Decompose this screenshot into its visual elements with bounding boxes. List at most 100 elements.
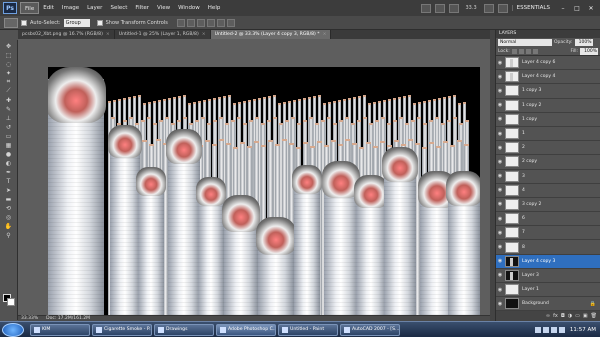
type-tool-icon[interactable]: T xyxy=(3,177,15,185)
zoom-tool-icon[interactable]: ⚲ xyxy=(3,231,15,239)
visibility-eye-icon[interactable]: ◉ xyxy=(497,287,503,293)
magic-wand-icon[interactable]: ✦ xyxy=(3,69,15,77)
move-tool-preset-icon[interactable] xyxy=(4,17,18,28)
visibility-eye-icon[interactable]: ◉ xyxy=(497,159,503,165)
close-icon[interactable]: × xyxy=(106,30,110,39)
menu-layer[interactable]: Layer xyxy=(83,2,106,14)
hand-tool-icon[interactable] xyxy=(434,3,445,13)
delete-layer-icon[interactable]: 🗑 xyxy=(591,313,597,319)
layer-row[interactable]: ◉ 7 xyxy=(496,226,600,241)
background-color-swatch[interactable] xyxy=(7,298,15,306)
tray-security-icon[interactable] xyxy=(550,326,557,333)
add-mask-icon[interactable]: ◘ xyxy=(561,313,565,319)
hand-tool-icon[interactable]: ✋ xyxy=(3,222,15,230)
layer-row[interactable]: ◉ 1 copy 3 xyxy=(496,84,600,99)
move-tool-icon[interactable]: ✥ xyxy=(3,42,15,50)
show-transform-checkbox[interactable] xyxy=(96,19,103,26)
blur-tool-icon[interactable]: ● xyxy=(3,150,15,158)
visibility-eye-icon[interactable]: ◉ xyxy=(497,116,503,122)
visibility-eye-icon[interactable]: ◉ xyxy=(497,102,503,108)
menu-select[interactable]: Select xyxy=(106,2,131,14)
start-button[interactable] xyxy=(2,322,24,337)
close-icon[interactable]: ✕ xyxy=(586,4,596,13)
visibility-eye-icon[interactable]: ◉ xyxy=(497,60,503,66)
taskbar-item[interactable]: Cigarette Smoke - P... xyxy=(92,323,152,336)
dodge-tool-icon[interactable]: ◐ xyxy=(3,159,15,167)
layer-row[interactable]: ◉ Layer 1 xyxy=(496,283,600,298)
visibility-eye-icon[interactable]: ◉ xyxy=(497,131,503,137)
lock-transparency-icon[interactable] xyxy=(511,48,517,54)
layer-row[interactable]: ◉ Background 🔒 xyxy=(496,297,600,312)
brush-tool-icon[interactable]: ✎ xyxy=(3,105,15,113)
shape-tool-icon[interactable]: ▬ xyxy=(3,195,15,203)
layer-row[interactable]: ◉ 1 copy xyxy=(496,113,600,127)
tab-document-1[interactable]: pcsbs02_Xbt.png @ 16.7% (RGB/8) × xyxy=(18,30,115,39)
visibility-eye-icon[interactable]: ◉ xyxy=(497,145,503,151)
align-right-icon[interactable] xyxy=(226,18,235,27)
layer-row[interactable]: ◉ Layer 4 copy 4 xyxy=(496,70,600,85)
maximize-icon[interactable]: □ xyxy=(572,4,582,13)
workspace-switcher[interactable]: ESSENTIALS xyxy=(511,5,554,11)
close-icon[interactable]: × xyxy=(202,30,206,39)
screen-mode-icon[interactable] xyxy=(497,3,508,13)
align-bottom-icon[interactable] xyxy=(196,18,205,27)
arrange-documents-icon[interactable] xyxy=(483,3,494,13)
lasso-tool-icon[interactable]: ◌ xyxy=(3,60,15,68)
taskbar-item[interactable]: Untitled - Paint xyxy=(278,323,338,336)
visibility-eye-icon[interactable]: ◉ xyxy=(497,74,503,80)
new-layer-icon[interactable]: ▣ xyxy=(583,313,588,319)
gradient-tool-icon[interactable]: ▦ xyxy=(3,141,15,149)
fill-field[interactable]: 100% xyxy=(580,47,598,55)
align-top-icon[interactable] xyxy=(176,18,185,27)
auto-select-dropdown[interactable]: Group xyxy=(63,18,90,27)
menu-window[interactable]: Window xyxy=(174,2,204,14)
launch-bridge-icon[interactable] xyxy=(420,3,431,13)
visibility-eye-icon[interactable]: ◉ xyxy=(497,258,503,264)
menu-image[interactable]: Image xyxy=(58,2,83,14)
3d-camera-icon[interactable]: ◎ xyxy=(3,213,15,221)
crop-tool-icon[interactable]: ⌗ xyxy=(3,78,15,86)
align-left-icon[interactable] xyxy=(206,18,215,27)
visibility-eye-icon[interactable]: ◉ xyxy=(497,230,503,236)
document-canvas-area[interactable] xyxy=(18,39,490,315)
opacity-field[interactable]: 100% xyxy=(574,39,593,46)
zoom-level[interactable]: 33.3 xyxy=(463,5,480,11)
menu-edit[interactable]: Edit xyxy=(39,2,58,14)
lock-image-icon[interactable] xyxy=(518,48,524,54)
align-center-icon[interactable] xyxy=(216,18,225,27)
zoom-tool-icon[interactable] xyxy=(448,3,459,13)
visibility-eye-icon[interactable]: ◉ xyxy=(497,201,503,207)
clone-stamp-icon[interactable]: ⊥ xyxy=(3,114,15,122)
pen-tool-icon[interactable]: ✒ xyxy=(3,168,15,176)
canvas-image-cigarettes[interactable] xyxy=(48,67,480,315)
visibility-eye-icon[interactable]: ◉ xyxy=(497,173,503,179)
layer-row[interactable]: ◉ 3 copy 2 xyxy=(496,198,600,213)
path-selection-icon[interactable]: ➤ xyxy=(3,186,15,194)
clock[interactable]: 11:57 AM xyxy=(567,327,596,333)
3d-rotate-icon[interactable]: ⟲ xyxy=(3,204,15,212)
visibility-eye-icon[interactable]: ◉ xyxy=(497,187,503,193)
layer-row[interactable]: ◉ 4 xyxy=(496,184,600,198)
tray-network-icon[interactable] xyxy=(534,326,541,333)
close-icon[interactable]: × xyxy=(323,30,327,39)
menu-help[interactable]: Help xyxy=(204,2,225,14)
taskbar-item[interactable]: Adobe Photoshop C... xyxy=(216,323,276,336)
lock-position-icon[interactable] xyxy=(525,48,531,54)
blend-mode-dropdown[interactable]: Normal xyxy=(498,39,552,46)
layer-row[interactable]: ◉ 2 xyxy=(496,141,600,156)
visibility-eye-icon[interactable]: ◉ xyxy=(497,216,503,222)
layer-row[interactable]: ◉ 8 xyxy=(496,240,600,255)
eyedropper-icon[interactable]: ⟋ xyxy=(3,87,15,95)
link-layers-icon[interactable]: ∞ xyxy=(546,313,550,319)
align-middle-icon[interactable] xyxy=(186,18,195,27)
tab-document-3[interactable]: Untitled-2 @ 33.3% (Layer 4 copy 3, RGB/… xyxy=(210,30,332,39)
auto-select-checkbox[interactable] xyxy=(21,19,27,26)
layer-row[interactable]: ◉ Layer 3 xyxy=(496,269,600,283)
layer-row[interactable]: ◉ 1 xyxy=(496,127,600,142)
marquee-tool-icon[interactable]: ⬚ xyxy=(3,51,15,59)
lock-all-icon[interactable] xyxy=(532,48,538,54)
layers-panel-tab[interactable]: LAYERS xyxy=(496,30,600,38)
layer-row[interactable]: ◉ Layer 4 copy 3 xyxy=(496,254,600,269)
adjustment-layer-icon[interactable]: ◑ xyxy=(568,313,572,319)
menu-filter[interactable]: Filter xyxy=(131,2,153,14)
